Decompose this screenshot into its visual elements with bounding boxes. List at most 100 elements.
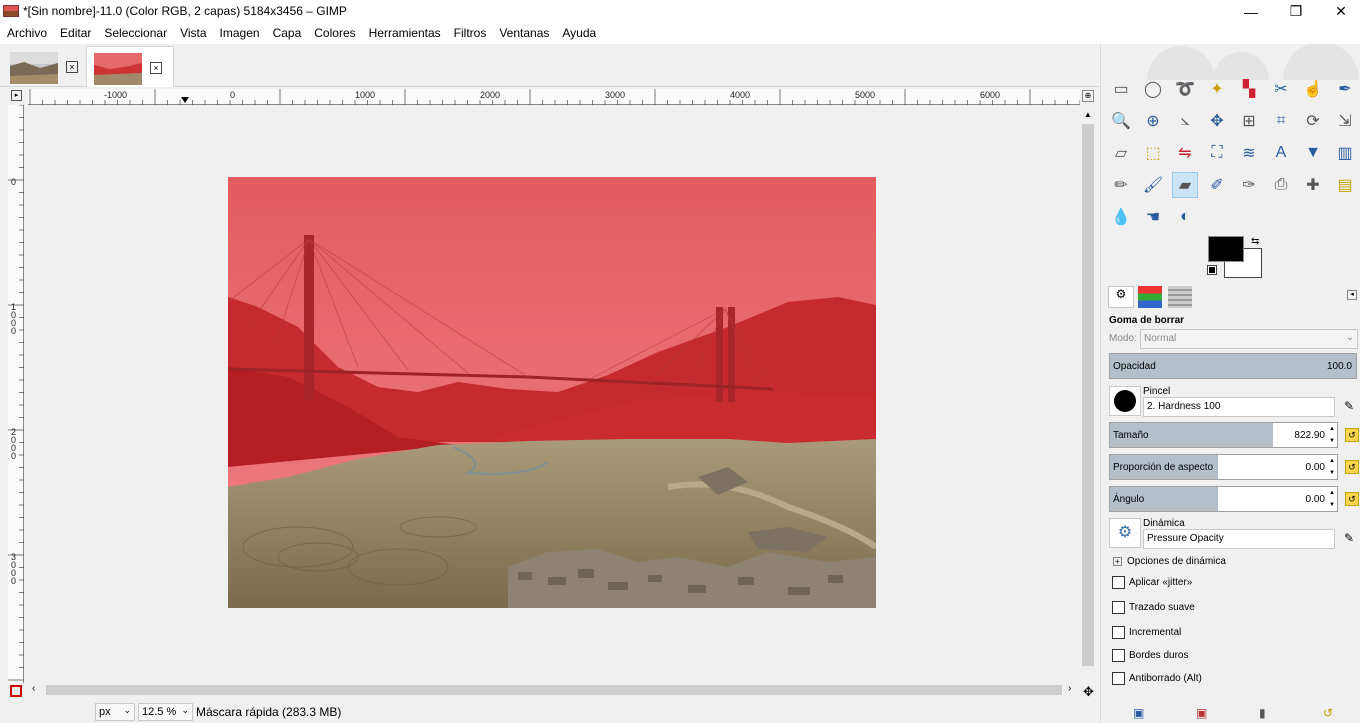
fuzzy-select-icon[interactable]: ✦ <box>1204 76 1230 102</box>
scale-icon[interactable]: ⇲ <box>1332 108 1358 134</box>
zoom-fit-icon[interactable]: ⊕ <box>1082 90 1094 102</box>
maximize-button[interactable]: ❐ <box>1273 0 1319 23</box>
scissors-icon[interactable]: ✂ <box>1268 76 1294 102</box>
pencil-icon[interactable]: ✏ <box>1108 172 1134 198</box>
vertical-scroll-thumb[interactable] <box>1082 124 1094 666</box>
menu-archivo[interactable]: Archivo <box>0 23 53 44</box>
quick-mask-toggle-icon[interactable] <box>10 685 22 697</box>
menu-filtros[interactable]: Filtros <box>447 23 493 44</box>
measure-icon[interactable]: ⦣ <box>1172 108 1198 134</box>
restore-options-icon[interactable]: ▣ <box>1196 706 1207 720</box>
edit-brush-icon[interactable]: ✎ <box>1344 399 1354 413</box>
shear-icon[interactable]: ▱ <box>1108 140 1134 166</box>
menu-seleccionar[interactable]: Seleccionar <box>97 23 173 44</box>
align-icon[interactable]: ⊞ <box>1236 108 1262 134</box>
brush-field[interactable]: 2. Hardness 100 <box>1143 397 1335 417</box>
free-select-icon[interactable]: ➰ <box>1172 76 1198 102</box>
crop-icon[interactable]: ⌗ <box>1268 108 1294 134</box>
unit-select[interactable]: px ⌄ <box>95 703 135 721</box>
horizontal-scroll-thumb[interactable] <box>46 685 1062 695</box>
heal-icon[interactable]: ✚ <box>1300 172 1326 198</box>
dynamics-icon[interactable]: ⚙ <box>1109 518 1141 548</box>
dodge-burn-icon[interactable]: ◐ <box>1172 204 1198 230</box>
menu-vista[interactable]: Vista <box>173 23 212 44</box>
tool-options-tab-icon[interactable]: ⚙ <box>1108 286 1134 308</box>
image-with-quick-mask[interactable] <box>228 177 876 608</box>
brushes-tab-icon[interactable] <box>1138 286 1162 308</box>
move-icon[interactable]: ✥ <box>1204 108 1230 134</box>
paths-icon[interactable]: ✒ <box>1332 76 1358 102</box>
angle-spin-icon[interactable]: ▲ ▼ <box>1327 487 1337 511</box>
text-icon[interactable]: A <box>1268 140 1294 166</box>
minimize-button[interactable]: — <box>1228 0 1274 23</box>
menu-triangle-icon[interactable]: ▸ <box>11 90 22 101</box>
color-picker-icon[interactable]: 🔍 <box>1108 108 1134 134</box>
save-options-icon[interactable]: ▣ <box>1133 706 1144 720</box>
foreground-select-icon[interactable]: ☝ <box>1300 76 1326 102</box>
layers-tab-icon[interactable] <box>1168 286 1192 308</box>
navigate-icon[interactable]: ✥ <box>1083 684 1094 700</box>
close-window-button[interactable]: ✕ <box>1318 0 1360 23</box>
clone-icon[interactable]: ⎙ <box>1268 172 1294 198</box>
bucket-fill-icon[interactable]: ▼ <box>1300 140 1326 166</box>
close-tab-1-icon[interactable]: × <box>66 61 78 73</box>
anti-erase-checkbox[interactable] <box>1112 672 1125 685</box>
menu-ventanas[interactable]: Ventanas <box>492 23 555 44</box>
dynamics-field[interactable]: Pressure Opacity <box>1143 529 1335 549</box>
flip-icon[interactable]: ⇋ <box>1172 140 1198 166</box>
scroll-up-icon[interactable]: ▲ <box>1084 110 1092 119</box>
vertical-scrollbar[interactable]: ▲ <box>1080 106 1096 683</box>
smooth-checkbox[interactable] <box>1112 601 1125 614</box>
size-slider[interactable]: Tamaño 822.90 ▲ ▼ <box>1109 422 1338 448</box>
dynamics-options-expander[interactable]: Opciones de dinámica <box>1127 556 1226 567</box>
ellipse-select-icon[interactable]: ◯ <box>1140 76 1166 102</box>
size-spin-icon[interactable]: ▲ ▼ <box>1327 423 1337 447</box>
aspect-spin-icon[interactable]: ▲ ▼ <box>1327 455 1337 479</box>
airbrush-icon[interactable]: ✐ <box>1204 172 1230 198</box>
cage-icon[interactable]: ⛶ <box>1204 140 1230 166</box>
zoom-select[interactable]: 12.5 % ⌄ <box>138 703 193 721</box>
menu-capa[interactable]: Capa <box>266 23 308 44</box>
dock-menu-icon[interactable]: ◂ <box>1347 290 1357 300</box>
close-tab-2-icon[interactable]: × <box>150 62 162 74</box>
brush-preview[interactable] <box>1109 386 1141 416</box>
image-tab-2[interactable]: × <box>86 46 174 87</box>
menu-herramientas[interactable]: Herramientas <box>362 23 447 44</box>
edit-dynamics-icon[interactable]: ✎ <box>1344 531 1354 545</box>
blur-icon[interactable]: 💧 <box>1108 204 1134 230</box>
smudge-icon[interactable]: ☚ <box>1140 204 1166 230</box>
image-tab-1[interactable]: × <box>0 46 86 87</box>
reset-size-icon[interactable]: ↺ <box>1345 428 1359 442</box>
perspective-clone-icon[interactable]: ▤ <box>1332 172 1358 198</box>
reset-options-icon[interactable]: ↺ <box>1323 706 1333 720</box>
ink-icon[interactable]: ✑ <box>1236 172 1262 198</box>
foreground-color-swatch[interactable] <box>1208 236 1244 262</box>
menu-imagen[interactable]: Imagen <box>213 23 266 44</box>
scroll-right-icon[interactable]: › <box>1068 683 1071 694</box>
gradient-icon[interactable]: ▥ <box>1332 140 1358 166</box>
menu-ayuda[interactable]: Ayuda <box>555 23 602 44</box>
horizontal-scrollbar[interactable]: ‹ › <box>28 683 1080 697</box>
swap-colors-icon[interactable]: ⇆ <box>1251 236 1259 247</box>
opacity-slider[interactable]: Opacidad 100.0 <box>1109 353 1357 379</box>
reset-aspect-icon[interactable]: ↺ <box>1345 460 1359 474</box>
paintbrush-icon[interactable]: 🖌 <box>1140 172 1166 198</box>
perspective-icon[interactable]: ⬚ <box>1140 140 1166 166</box>
reset-angle-icon[interactable]: ↺ <box>1345 492 1359 506</box>
rotate-icon[interactable]: ⟳ <box>1300 108 1326 134</box>
menu-colores[interactable]: Colores <box>307 23 361 44</box>
jitter-checkbox[interactable] <box>1112 576 1125 589</box>
expand-icon[interactable]: + <box>1113 557 1122 566</box>
mode-select[interactable]: Normal ⌄ <box>1140 329 1358 349</box>
warp-icon[interactable]: ≋ <box>1236 140 1262 166</box>
incremental-checkbox[interactable] <box>1112 626 1125 639</box>
hard-edges-checkbox[interactable] <box>1112 649 1125 662</box>
default-colors-icon[interactable] <box>1207 265 1217 275</box>
aspect-slider[interactable]: Proporción de aspecto 0.00 ▲ ▼ <box>1109 454 1338 480</box>
menu-editar[interactable]: Editar <box>53 23 97 44</box>
scroll-left-icon[interactable]: ‹ <box>32 683 35 694</box>
zoom-icon[interactable]: ⊕ <box>1140 108 1166 134</box>
rect-select-icon[interactable]: ▭ <box>1108 76 1134 102</box>
eraser-icon[interactable]: ▰ <box>1172 172 1198 198</box>
select-by-color-icon[interactable]: ▚ <box>1236 76 1262 102</box>
